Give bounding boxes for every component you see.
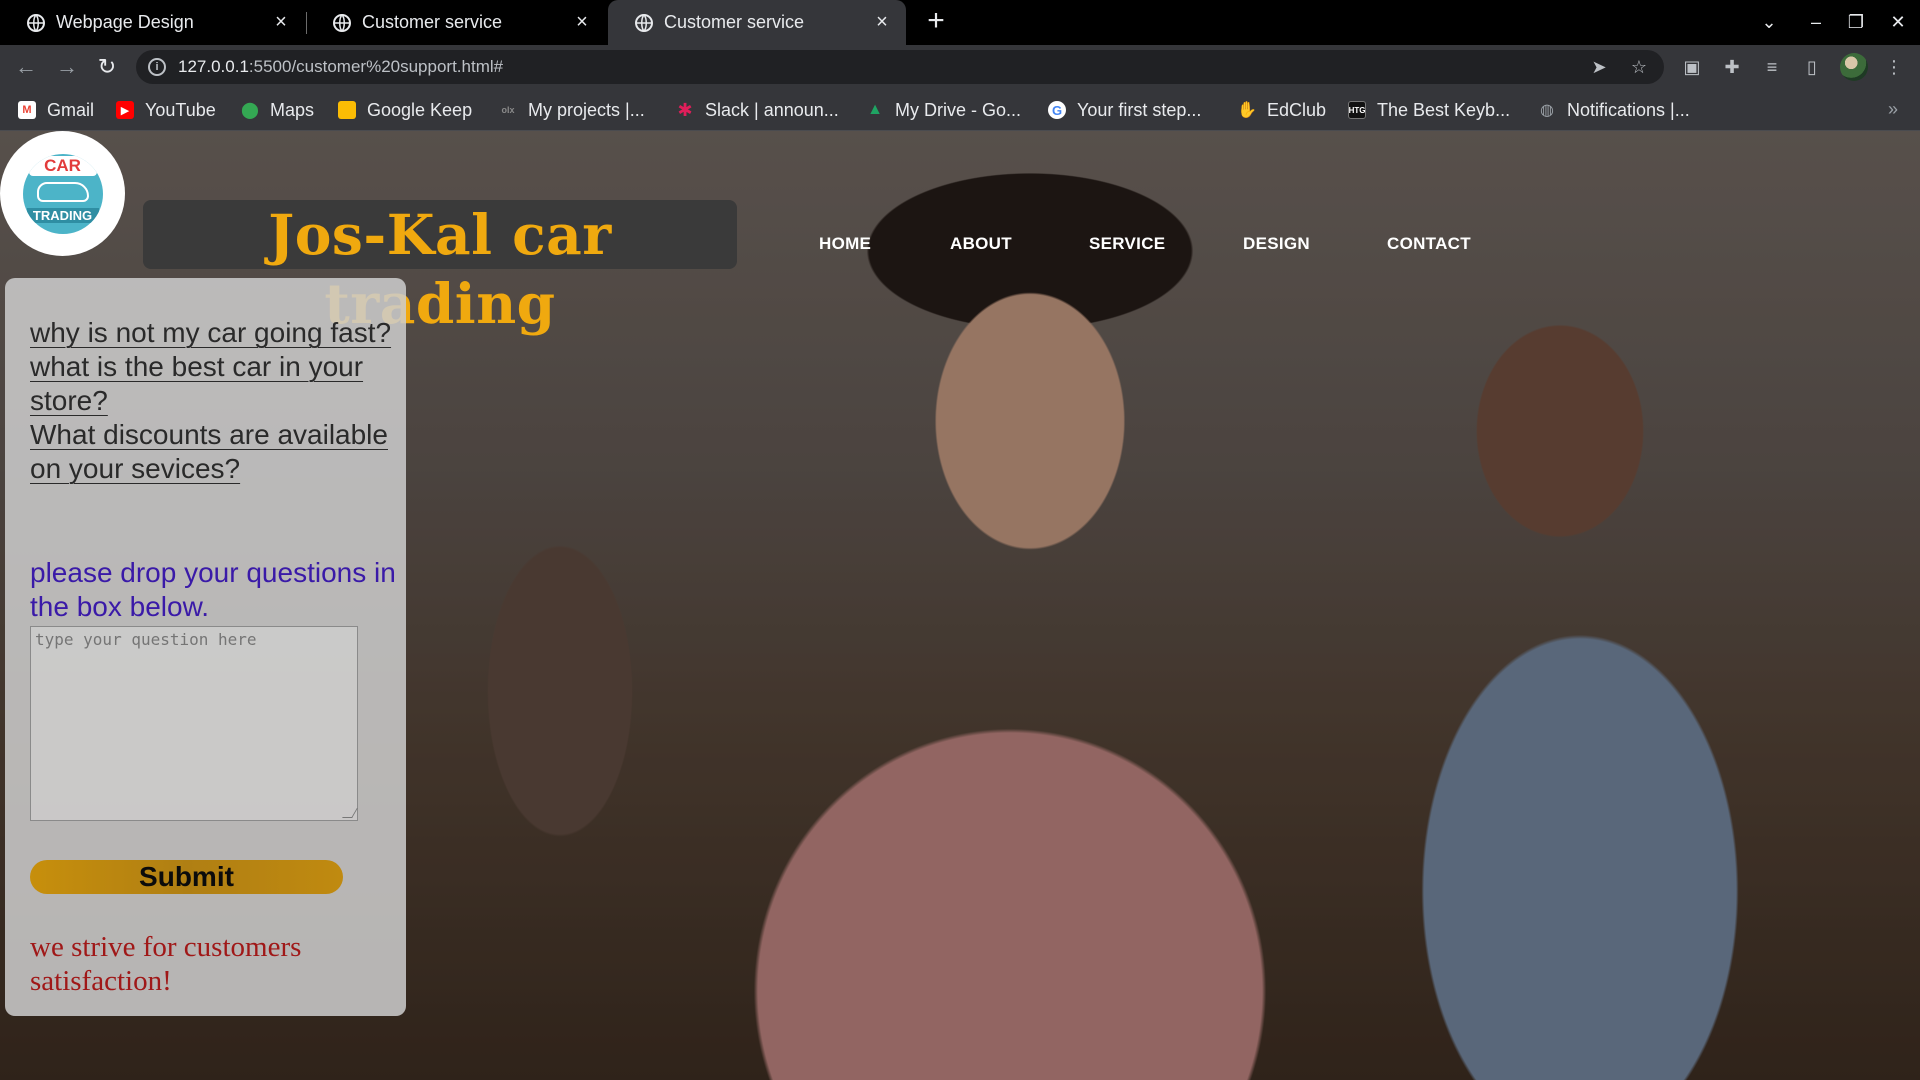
forward-arrow-icon[interactable]: →	[53, 53, 81, 81]
bookmarks-bar: M Gmail ▶ YouTube ⬤ Maps Google Keep olx My …	[0, 89, 1920, 131]
question-textarea[interactable]	[30, 626, 358, 821]
info-icon[interactable]: i	[148, 58, 166, 76]
bookmark-label: Slack | announ...	[705, 99, 839, 120]
tab-webpage-design[interactable]: Webpage Design ×	[0, 0, 305, 45]
reading-list-icon[interactable]: ≡	[1760, 55, 1784, 79]
tab-title: Webpage Design	[56, 12, 194, 32]
bookmark-label: Maps	[270, 99, 315, 120]
logo-text-top: CAR	[28, 155, 97, 176]
tab-title: Customer service	[362, 12, 503, 32]
bookmark-label: Gmail	[47, 99, 95, 120]
car-outline-icon	[36, 181, 89, 202]
close-tab-icon[interactable]: ×	[572, 12, 592, 32]
globe-icon	[333, 13, 351, 32]
tab-title: Customer service	[664, 12, 805, 32]
bookmark-notifications[interactable]: ◍ Notifications |...	[1538, 89, 1690, 131]
bookmark-label: My Drive - Go...	[895, 99, 1022, 120]
youtube-icon: ▶	[116, 101, 134, 119]
bookmark-slack[interactable]: ✱ Slack | announ...	[676, 89, 839, 131]
bookmark-label: EdClub	[1267, 99, 1327, 120]
url-path: :5500/customer%20support.html#	[248, 57, 504, 76]
olx-icon: olx	[501, 105, 515, 115]
bookmark-gmail[interactable]: M Gmail	[18, 89, 94, 131]
maps-pin-icon: ⬤	[241, 102, 259, 119]
submit-button[interactable]: Submit	[30, 860, 343, 894]
nav-about[interactable]: ABOUT	[950, 234, 1012, 254]
close-window-icon[interactable]: ✕	[1879, 0, 1917, 45]
drive-icon: ▲	[867, 101, 883, 118]
bookmark-best-keyboard[interactable]: HTG The Best Keyb...	[1348, 89, 1510, 131]
nav-home[interactable]: HOME	[819, 234, 871, 254]
reload-icon[interactable]: ↻	[93, 53, 121, 81]
nav-contact[interactable]: CONTACT	[1387, 234, 1471, 254]
close-tab-icon[interactable]: ×	[872, 12, 892, 32]
close-tab-icon[interactable]: ×	[271, 12, 291, 32]
bookmark-youtube[interactable]: ▶ YouTube	[116, 89, 216, 131]
bookmark-my-drive[interactable]: ▲ My Drive - Go...	[866, 89, 1021, 131]
tab-customer-service-active[interactable]: Customer service ×	[608, 0, 906, 45]
keep-icon	[338, 101, 356, 119]
url-host: 127.0.0.1	[178, 57, 249, 76]
edclub-icon: ✋	[1237, 102, 1257, 119]
page-viewport: CAR TRADING Jos-Kal car trading HOME ABO…	[0, 131, 1920, 1080]
back-arrow-icon[interactable]: ←	[12, 53, 40, 81]
puzzle-extensions-icon[interactable]: ✚	[1720, 55, 1744, 79]
bookmark-my-projects[interactable]: olx My projects |...	[499, 89, 645, 131]
support-panel: why is not my car going fast? what is th…	[5, 278, 406, 1016]
gmail-icon: M	[18, 101, 36, 119]
faq-question[interactable]: why is not my car going fast?	[30, 316, 400, 350]
url-text: 127.0.0.1:5500/customer%20support.html#	[178, 57, 503, 77]
tab-search-chevron-icon[interactable]: ⌄	[1750, 0, 1788, 45]
globe-icon	[27, 13, 45, 32]
google-icon: G	[1048, 101, 1066, 119]
kebab-menu-icon[interactable]: ⋮	[1882, 55, 1906, 79]
bookmark-label: The Best Keyb...	[1377, 99, 1511, 120]
side-panel-icon[interactable]: ▯	[1800, 55, 1824, 79]
globe-icon: ◍	[1540, 102, 1554, 119]
question-prompt: please drop your questions in the box be…	[30, 557, 396, 622]
bookmark-star-icon[interactable]: ☆	[1628, 56, 1650, 78]
tab-customer-service[interactable]: Customer service ×	[306, 0, 606, 45]
bookmark-label: YouTube	[145, 99, 216, 120]
bookmark-label: Google Keep	[367, 99, 473, 120]
nav-service[interactable]: SERVICE	[1089, 234, 1165, 254]
more-bookmarks-chevron-icon[interactable]: »	[1888, 99, 1898, 120]
minimize-icon[interactable]: –	[1797, 0, 1835, 45]
globe-icon	[635, 13, 653, 32]
faq-list: why is not my car going fast? what is th…	[30, 316, 400, 486]
send-tab-icon[interactable]: ➤	[1588, 56, 1610, 78]
site-logo[interactable]: CAR TRADING	[0, 131, 125, 256]
bookmark-edclub[interactable]: ✋ EdClub	[1237, 89, 1327, 131]
new-tab-plus-icon[interactable]: +	[922, 6, 950, 36]
brand-title: Jos-Kal car trading	[143, 200, 737, 336]
faq-question[interactable]: What discounts are available on your sev…	[30, 418, 400, 486]
browser-toolbar: ← → ↻ i 127.0.0.1:5500/customer%20suppor…	[0, 45, 1920, 89]
extension-icon[interactable]: ▣	[1680, 55, 1704, 79]
car-trading-logo-icon: CAR TRADING	[22, 153, 103, 234]
bookmark-label: Notifications |...	[1567, 99, 1690, 120]
logo-text-bottom: TRADING	[26, 207, 99, 223]
bookmark-label: My projects |...	[528, 99, 645, 120]
slack-icon: ✱	[677, 99, 693, 120]
restore-icon[interactable]: ❐	[1837, 0, 1875, 45]
bookmark-google-keep[interactable]: Google Keep	[338, 89, 472, 131]
profile-avatar[interactable]	[1840, 53, 1868, 81]
faq-question[interactable]: what is the best car in your store?	[30, 350, 400, 418]
bookmark-your-first-step[interactable]: G Your first step...	[1048, 89, 1201, 131]
bookmark-maps[interactable]: ⬤ Maps	[241, 89, 314, 131]
nav-design[interactable]: DESIGN	[1243, 234, 1310, 254]
bookmark-label: Your first step...	[1077, 99, 1202, 120]
tab-strip: Webpage Design × Customer service × Cust…	[0, 0, 1920, 45]
address-bar[interactable]: i 127.0.0.1:5500/customer%20support.html…	[136, 50, 1664, 84]
htg-icon: HTG	[1348, 101, 1366, 119]
tagline: we strive for customers satisfaction!	[30, 931, 302, 997]
